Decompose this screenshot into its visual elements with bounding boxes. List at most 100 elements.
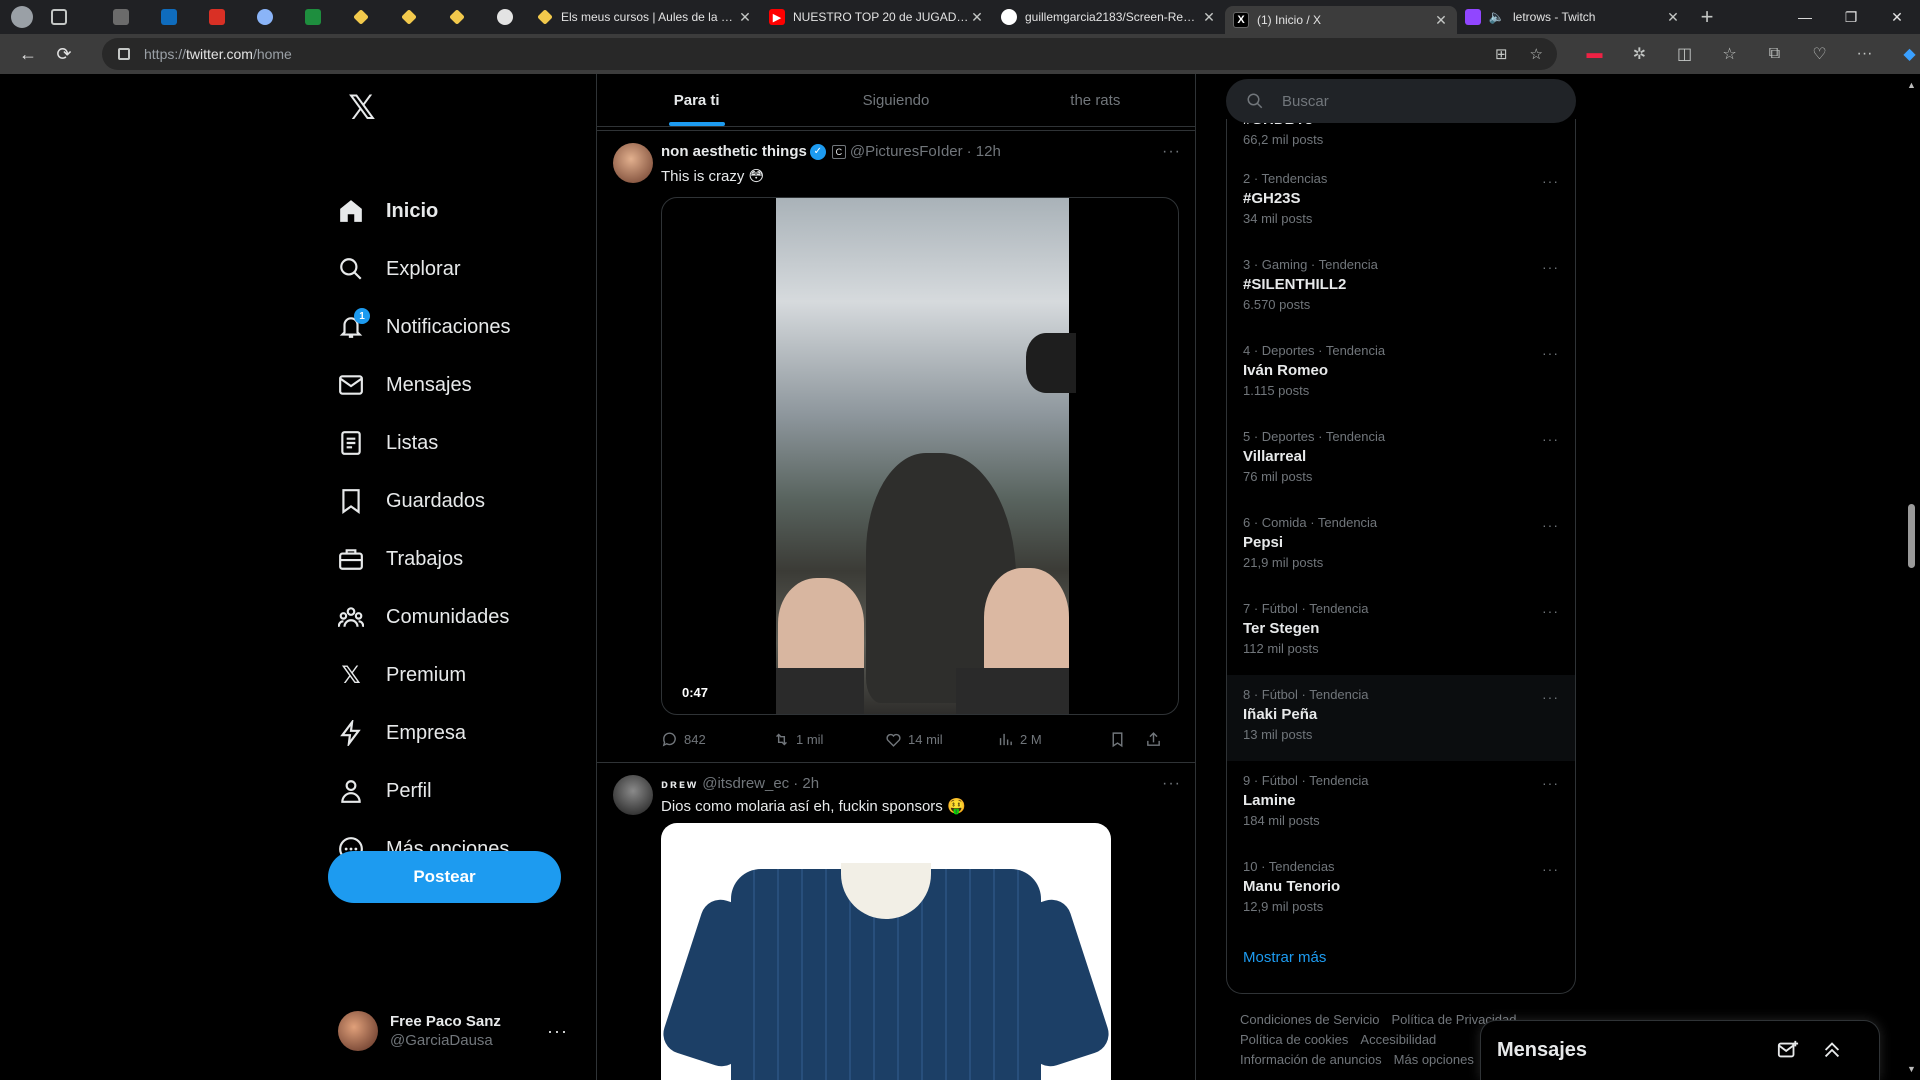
back-icon[interactable]: ← <box>10 38 46 70</box>
close-icon[interactable]: ✕ <box>969 9 985 26</box>
url-field[interactable]: https://twitter.com/home ⊞ ☆ <box>102 38 1557 70</box>
search-input[interactable]: Buscar <box>1226 79 1576 123</box>
tweet-author-name[interactable]: ᴅʀᴇᴡ <box>661 777 698 791</box>
nav-item-notificaciones[interactable]: 1 Notificaciones <box>338 302 511 352</box>
trend-item[interactable]: 10 · Tendencias Manu Tenorio 12,9 mil po… <box>1227 847 1575 933</box>
more-dots-icon[interactable]: ··· <box>1162 775 1181 793</box>
footer-link[interactable]: Más opciones <box>1394 1052 1474 1067</box>
nav-item-empresa[interactable]: Empresa <box>338 708 466 758</box>
close-icon[interactable]: ✕ <box>1665 9 1681 26</box>
nav-item-comunidades[interactable]: Comunidades <box>338 592 509 642</box>
tab-github[interactable]: guillemgarcia2183/Screen-Recorder ✕ <box>993 3 1225 31</box>
retweet-button[interactable]: 1 mil <box>773 731 885 748</box>
minimize-icon[interactable]: — <box>1782 0 1828 34</box>
lock-icon[interactable] <box>118 48 130 60</box>
footer-link[interactable]: Política de cookies <box>1240 1032 1348 1047</box>
pinned-tab-3[interactable] <box>193 0 241 34</box>
more-dots-icon[interactable]: ··· <box>1542 861 1559 877</box>
pinned-tab-8[interactable] <box>433 0 481 34</box>
like-button[interactable]: 14 mil <box>885 731 997 748</box>
pinned-tab-openai[interactable] <box>481 0 529 34</box>
nav-item-trabajos[interactable]: Trabajos <box>338 534 463 584</box>
avatar[interactable] <box>613 143 653 183</box>
trend-item[interactable]: 8 · Fútbol · Tendencia Iñaki Peña 13 mil… <box>1227 675 1575 761</box>
more-dots-icon[interactable]: ··· <box>1542 431 1559 447</box>
pinned-tab-7[interactable] <box>385 0 433 34</box>
more-dots-icon[interactable]: ··· <box>1542 517 1559 533</box>
nav-item-perfil[interactable]: Perfil <box>338 766 432 816</box>
speaker-icon[interactable]: 🔈 <box>1489 9 1505 25</box>
nav-item-explorar[interactable]: Explorar <box>338 244 460 294</box>
x-logo-icon[interactable]: 𝕏 <box>338 84 386 132</box>
favorites-icon[interactable]: ☆ <box>1707 44 1752 64</box>
nav-item-mensajes[interactable]: Mensajes <box>338 360 472 410</box>
trend-item[interactable]: 2 · Tendencias #GH23S 34 mil posts ··· <box>1227 159 1575 245</box>
browser-profile-icon[interactable] <box>11 6 33 28</box>
more-dots-icon[interactable]: ··· <box>1162 143 1181 161</box>
more-dots-icon[interactable]: ··· <box>1542 345 1559 361</box>
page-scrollbar[interactable]: ▲ ▼ <box>1903 74 1920 1080</box>
window-close-icon[interactable]: ✕ <box>1874 0 1920 34</box>
nav-item-listas[interactable]: Listas <box>338 418 438 468</box>
tab-para-ti[interactable]: Para ti <box>597 74 796 126</box>
scroll-up-icon[interactable]: ▲ <box>1907 80 1916 90</box>
trend-item[interactable]: 9 · Fútbol · Tendencia Lamine 184 mil po… <box>1227 761 1575 847</box>
bookmark-button[interactable] <box>1109 731 1145 748</box>
footer-link[interactable]: Información de anuncios <box>1240 1052 1382 1067</box>
trend-item[interactable]: 6 · Comida · Tendencia Pepsi 21,9 mil po… <box>1227 503 1575 589</box>
browser-essentials-icon[interactable]: ♡ <box>1797 44 1842 64</box>
close-icon[interactable]: ✕ <box>737 9 753 26</box>
pinned-tab-outlook[interactable] <box>145 0 193 34</box>
pinned-tab-6[interactable] <box>337 0 385 34</box>
expand-up-icon[interactable] <box>1821 1039 1843 1066</box>
close-icon[interactable]: ✕ <box>1201 9 1217 26</box>
split-screen-icon[interactable]: ◫ <box>1662 44 1707 64</box>
views-button[interactable]: 2 M <box>997 731 1109 748</box>
copilot-icon[interactable]: ◆ <box>1887 44 1920 64</box>
more-dots-icon[interactable]: ··· <box>1542 173 1559 189</box>
tab-twitter-active[interactable]: X (1) Inicio / X ✕ <box>1225 6 1457 34</box>
close-icon[interactable]: ✕ <box>1433 12 1449 29</box>
trend-item[interactable]: 5 · Deportes · Tendencia Villarreal 76 m… <box>1227 417 1575 503</box>
pinned-tab-uab[interactable] <box>289 0 337 34</box>
tweet[interactable]: ᴅʀᴇᴡ @itsdrew_ec · 2h ··· Dios como mola… <box>597 763 1195 1080</box>
reply-button[interactable]: 842 <box>661 731 773 748</box>
tab-youtube[interactable]: ▶ NUESTRO TOP 20 de JUGADORES ✕ <box>761 3 993 31</box>
workspaces-icon[interactable] <box>51 9 67 25</box>
more-dots-icon[interactable]: ··· <box>1542 603 1559 619</box>
more-dots-icon[interactable]: ··· <box>1542 689 1559 705</box>
extensions-icon[interactable]: ✲ <box>1617 44 1662 64</box>
collections-icon[interactable]: ⧉ <box>1752 45 1797 63</box>
tweet-handle[interactable]: @PicturesFoIder <box>850 143 963 160</box>
tweet[interactable]: non aesthetic things ✓ C @PicturesFoIder… <box>597 131 1195 761</box>
tweet-author-name[interactable]: non aesthetic things <box>661 143 807 160</box>
tweet-video[interactable]: 0:47 <box>661 197 1179 715</box>
restore-icon[interactable]: ❐ <box>1828 0 1874 34</box>
nav-item-premium[interactable]: 𝕏 Premium <box>338 650 466 700</box>
tweet-time[interactable]: · 12h <box>967 143 1001 160</box>
trend-item[interactable]: 7 · Fútbol · Tendencia Ter Stegen 112 mi… <box>1227 589 1575 675</box>
tab-siguiendo[interactable]: Siguiendo <box>796 74 995 126</box>
pinned-tab-1[interactable] <box>97 0 145 34</box>
footer-link[interactable]: Condiciones de Servicio <box>1240 1012 1379 1027</box>
tweet-image[interactable] <box>661 823 1111 1080</box>
trend-item[interactable]: 4 · Deportes · Tendencia Iván Romeo 1.11… <box>1227 331 1575 417</box>
scroll-down-icon[interactable]: ▼ <box>1907 1064 1916 1074</box>
pinned-tab-4[interactable] <box>241 0 289 34</box>
show-more-link[interactable]: Mostrar más <box>1243 949 1326 966</box>
app-available-icon[interactable]: ⊞ <box>1495 45 1508 63</box>
nav-item-inicio[interactable]: Inicio <box>338 186 438 236</box>
avatar[interactable] <box>613 775 653 815</box>
new-tab-button[interactable]: + <box>1689 4 1725 30</box>
account-switcher[interactable]: Free Paco Sanz @GarciaDausa ··· <box>338 1006 578 1056</box>
new-message-icon[interactable] <box>1777 1039 1799 1066</box>
scrollbar-thumb[interactable] <box>1908 504 1915 568</box>
tab-the-rats[interactable]: the rats <box>996 74 1195 126</box>
tab-twitch[interactable]: 🔈 letrows - Twitch ✕ <box>1457 3 1689 31</box>
reload-icon[interactable]: ⟳ <box>46 38 82 70</box>
more-dots-icon[interactable]: ··· <box>1542 775 1559 791</box>
extension-flag-icon[interactable]: ▬ <box>1572 45 1617 63</box>
tweet-time[interactable]: · 2h <box>793 775 819 792</box>
post-button[interactable]: Postear <box>328 851 561 903</box>
trend-item[interactable]: 3 · Gaming · Tendencia #SILENTHILL2 6.57… <box>1227 245 1575 331</box>
